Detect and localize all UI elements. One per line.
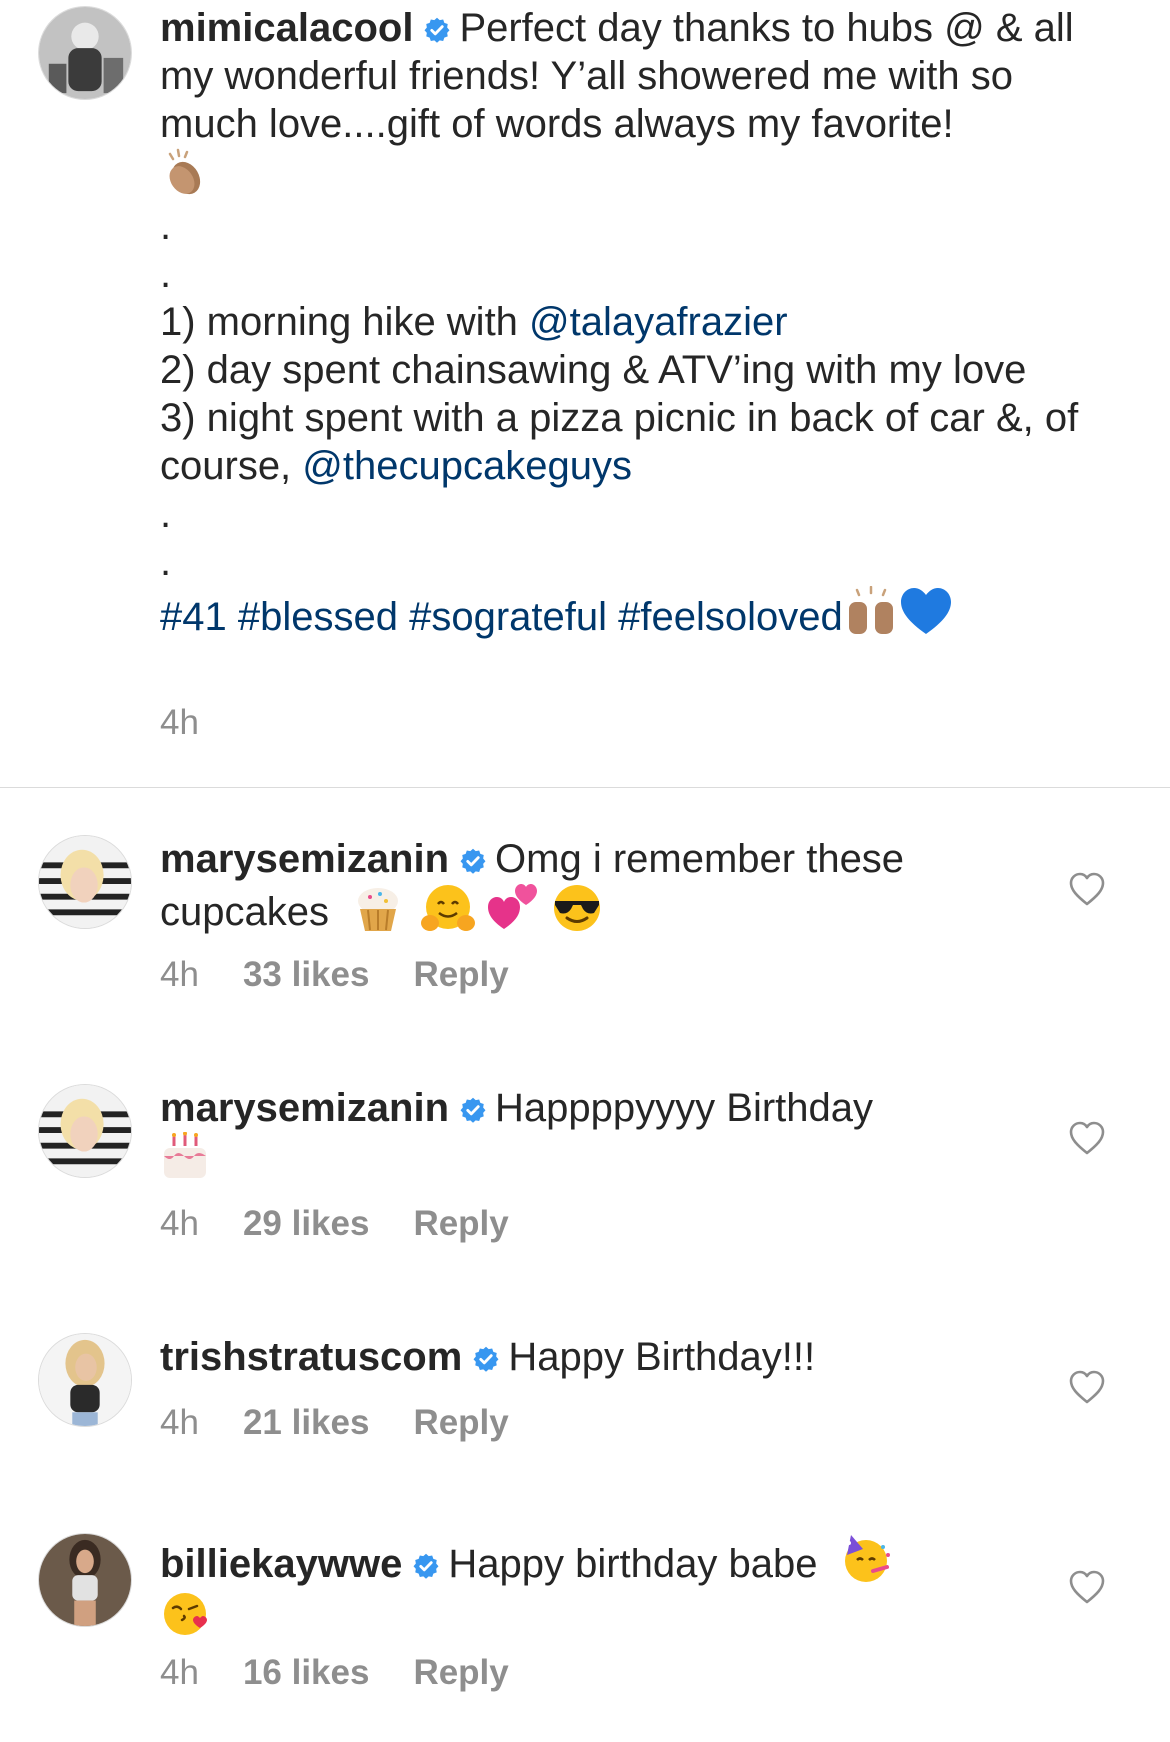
caption-dot: . (160, 492, 172, 536)
cake-emoji-line (160, 1132, 1040, 1185)
comment-timestamp: 4h (160, 1653, 199, 1692)
divider (0, 787, 1170, 788)
comment-username[interactable]: marysemizanin (160, 1086, 449, 1130)
comment-username[interactable]: trishstratuscom (160, 1335, 462, 1379)
avatar[interactable] (38, 1333, 132, 1427)
face-blowing-kiss-emoji (164, 1593, 207, 1635)
post-caption: mimicalacool Perfect day thanks to hubs @… (160, 4, 1120, 641)
verified-badge-icon (473, 1346, 499, 1372)
likes-count[interactable]: 29 likes (243, 1204, 370, 1243)
comment-body: Happppyyyy Birthday (495, 1086, 873, 1130)
post-meta: 4h (160, 703, 243, 743)
comment-body: Happy birthday babe (448, 1542, 818, 1586)
caption-dot: . (160, 540, 172, 584)
avatar[interactable] (38, 1084, 132, 1178)
cupcake-emoji (358, 888, 399, 931)
verified-badge-icon (460, 1097, 486, 1123)
birthday-cake-emoji (164, 1132, 206, 1178)
sunglasses-face-emoji (554, 885, 601, 931)
clapping-hands-emoji (168, 148, 201, 195)
heart-outline-icon[interactable] (1068, 1569, 1106, 1605)
comment-meta: 4h 33 likes Reply (160, 955, 553, 995)
avatar-image (39, 1534, 131, 1626)
comment-text: trishstratuscom Happy Birthday!!! (160, 1333, 1040, 1381)
likes-count[interactable]: 16 likes (243, 1653, 370, 1692)
caption-line-1: 1) morning hike with @talayafrazier (160, 300, 788, 344)
caption-dot: . (160, 252, 172, 296)
caption-hashtags-line: #41 #blessed #sograteful #feelsoloved (160, 586, 1120, 641)
heart-outline-icon[interactable] (1068, 1120, 1106, 1156)
comment-text: billiekaywwe Happy birthday babe (160, 1533, 1040, 1641)
verified-badge-icon (460, 848, 486, 874)
verified-badge-icon (413, 1553, 439, 1579)
reply-button[interactable]: Reply (413, 1204, 508, 1243)
hugging-face-emoji (421, 885, 476, 931)
post-username[interactable]: mimicalacool (160, 6, 413, 50)
comment-username[interactable]: billiekaywwe (160, 1542, 402, 1586)
hashtags-link[interactable]: #41 #blessed #sograteful #feelsoloved (160, 595, 843, 639)
avatar[interactable] (38, 835, 132, 929)
comment-timestamp: 4h (160, 1403, 199, 1442)
verified-badge-icon (424, 17, 450, 43)
comment-text: marysemizanin Happppyyyy Birthday (160, 1084, 1040, 1185)
raising-hands-emoji (848, 586, 893, 634)
kiss-emoji-line (160, 1588, 1040, 1641)
caption-line-2: 2) day spent chainsawing & ATV’ing with … (160, 348, 1027, 392)
caption-dot: . (160, 204, 172, 248)
reply-button[interactable]: Reply (413, 955, 508, 994)
avatar[interactable] (38, 6, 132, 100)
heart-outline-icon[interactable] (1068, 1369, 1106, 1405)
comment-timestamp: 4h (160, 955, 199, 994)
mention-link[interactable]: @talayafrazier (529, 300, 787, 344)
likes-count[interactable]: 21 likes (243, 1403, 370, 1442)
post-timestamp: 4h (160, 703, 199, 742)
mention-link[interactable]: @thecupcakeguys (302, 444, 632, 488)
avatar-image (39, 1085, 131, 1177)
avatar-image (39, 836, 131, 928)
reply-button[interactable]: Reply (413, 1403, 508, 1442)
blue-heart-emoji (900, 588, 951, 634)
avatar[interactable] (38, 1533, 132, 1627)
two-hearts-emoji (488, 884, 538, 929)
partying-face-emoji (844, 1535, 890, 1582)
comment-text: marysemizanin Omg i remember these cupcak… (160, 835, 1040, 936)
clap-emoji-line (160, 148, 1120, 202)
avatar-image (39, 7, 131, 99)
avatar-image (39, 1334, 131, 1426)
comment-meta: 4h 16 likes Reply (160, 1653, 553, 1693)
comment-meta: 4h 29 likes Reply (160, 1204, 553, 1244)
caption-line-3: 3) night spent with a pizza picnic in ba… (160, 396, 1079, 488)
likes-count[interactable]: 33 likes (243, 955, 370, 994)
reply-button[interactable]: Reply (413, 1653, 508, 1692)
comment-username[interactable]: marysemizanin (160, 837, 449, 881)
comment-timestamp: 4h (160, 1204, 199, 1243)
comment-body: Happy Birthday!!! (508, 1335, 816, 1379)
comment-meta: 4h 21 likes Reply (160, 1403, 553, 1443)
heart-outline-icon[interactable] (1068, 871, 1106, 907)
